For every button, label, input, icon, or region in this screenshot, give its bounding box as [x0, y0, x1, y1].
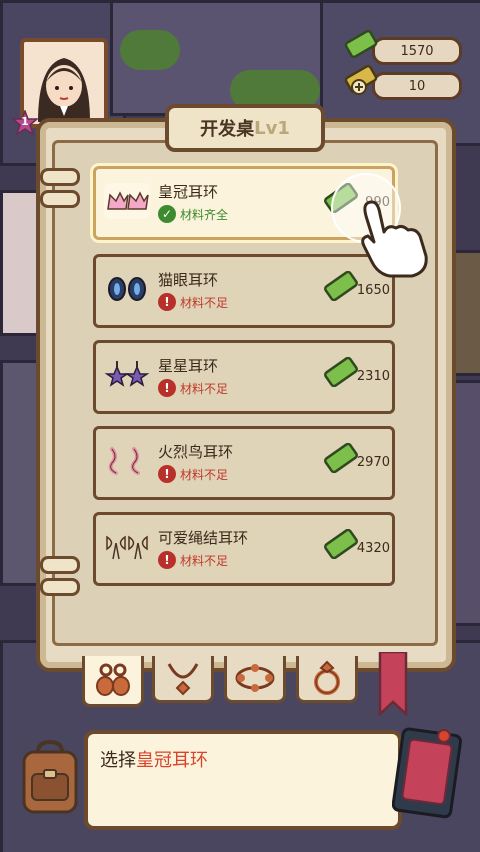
panel-level: Lv1	[254, 117, 290, 139]
item-price: 4320	[356, 541, 390, 556]
premium-amount: 10	[408, 78, 426, 94]
bracelet-tab-icon	[235, 664, 275, 692]
item-status-text: 材料齐全	[180, 207, 229, 222]
earrings-tab-icon	[96, 663, 130, 696]
binder-ring	[40, 556, 80, 574]
item-card-star[interactable]: 星星耳环 ! 材料不足 2310	[93, 340, 395, 414]
hint-text: 选择皇冠耳环	[100, 746, 208, 772]
flamingo-earrings-icon	[108, 447, 140, 475]
item-status: ! 材料不足	[158, 293, 228, 311]
level-badge: 1	[10, 108, 40, 136]
binder-ring	[40, 578, 80, 596]
warning-icon: !	[158, 379, 176, 397]
panel-title: 开发桌 Lv1	[165, 104, 325, 152]
item-name: 火烈鸟耳环	[158, 443, 234, 461]
cash-amount: 1570	[400, 43, 434, 59]
item-card-flamingo[interactable]: 火烈鸟耳环 ! 材料不足 2970	[93, 426, 395, 500]
item-status: ! 材料不足	[158, 465, 228, 483]
necklace-tab-icon	[167, 663, 199, 696]
item-status-text: 材料不足	[180, 467, 229, 482]
item-status-text: 材料不足	[180, 553, 229, 568]
tab-earrings[interactable]	[82, 656, 144, 707]
item-status-text: 材料不足	[180, 381, 229, 396]
binder-ring	[40, 168, 80, 186]
warning-icon: !	[158, 293, 176, 311]
item-name: 猫眼耳环	[158, 271, 219, 289]
item-status: ! 材料不足	[158, 379, 228, 397]
tutorial-hand-pointer-icon	[331, 173, 428, 278]
crown-earrings-icon	[104, 183, 150, 219]
item-status: ✓ 材料齐全	[158, 205, 228, 223]
item-price: 2310	[356, 369, 390, 384]
premium-counter[interactable]: 10	[344, 65, 462, 100]
panel-title-text: 开发桌	[200, 119, 255, 140]
star-earrings-icon	[104, 361, 150, 387]
tab-necklace[interactable]	[152, 656, 214, 703]
item-name: 可爱绳结耳环	[158, 529, 249, 547]
bow-earrings-icon	[106, 535, 148, 560]
item-price: 1650	[356, 283, 390, 298]
item-price: 2970	[356, 455, 390, 470]
cash-counter[interactable]: 1570	[344, 30, 462, 65]
bookmark-ribbon-icon	[378, 652, 408, 716]
check-icon: ✓	[158, 205, 176, 223]
tab-bracelet[interactable]	[224, 656, 286, 703]
cash-icon	[344, 30, 378, 58]
hint-prefix: 选择	[100, 750, 136, 771]
item-status: ! 材料不足	[158, 551, 228, 569]
item-card-bow[interactable]: 可爱绳结耳环 ! 材料不足 4320	[93, 512, 395, 586]
backpack-icon[interactable]	[18, 740, 82, 816]
recipe-book-icon[interactable]	[392, 722, 464, 822]
item-name: 星星耳环	[158, 357, 219, 375]
cash-plus-icon	[344, 65, 378, 95]
warning-icon: !	[158, 465, 176, 483]
item-status-text: 材料不足	[180, 295, 229, 310]
cat-eye-earrings-icon	[108, 277, 146, 301]
binder-ring	[40, 190, 80, 208]
ring-tab-icon	[314, 660, 340, 695]
tab-ring[interactable]	[296, 656, 358, 703]
hint-highlight: 皇冠耳环	[136, 750, 208, 771]
item-name: 皇冠耳环	[158, 183, 219, 201]
level-number: 1	[21, 115, 29, 128]
warning-icon: !	[158, 551, 176, 569]
hint-dialog: 选择皇冠耳环	[84, 730, 402, 830]
